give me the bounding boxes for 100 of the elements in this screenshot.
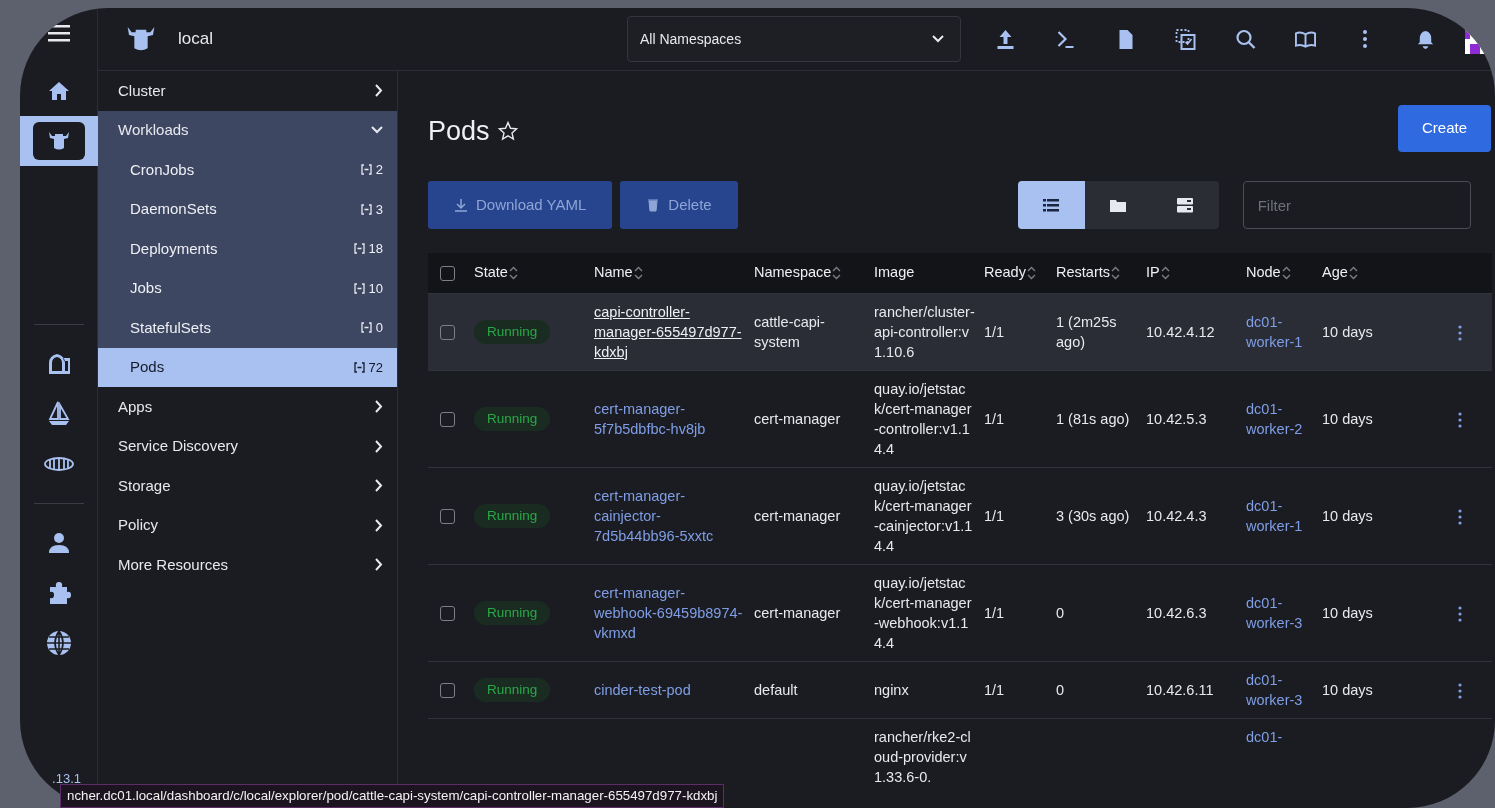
download-icon [454, 198, 468, 212]
chevron-down-icon [932, 35, 944, 43]
table-cell: 10.42.6.11 [1146, 681, 1214, 698]
sort-icon[interactable] [1160, 266, 1170, 281]
search-icon[interactable] [1234, 28, 1256, 50]
status-badge: Running [474, 503, 551, 528]
table-cell: cert-manager [754, 507, 841, 524]
sidebar-item[interactable]: Policy [98, 505, 397, 545]
column-header[interactable]: Name [594, 263, 643, 280]
sidebar-subitem[interactable]: CronJobs 2 [98, 150, 397, 190]
sailboat-icon[interactable] [46, 401, 71, 427]
table-cell: 10.42.6.3 [1146, 604, 1207, 621]
namespace-select[interactable]: All Namespaces [627, 16, 961, 62]
sidebar-subitem[interactable]: Deployments 18 [98, 229, 397, 269]
trash-icon [646, 198, 661, 212]
cluster-icon[interactable] [32, 122, 85, 160]
table-cell: cert-manager [754, 604, 841, 621]
table-cell: 1/1 [984, 507, 1005, 524]
sidebar-subitem[interactable]: Pods 72 [98, 347, 397, 387]
node-link[interactable]: dc01-worker-3 [1246, 669, 1314, 710]
more-icon[interactable] [1362, 28, 1368, 50]
sidebar-item[interactable]: Apps [98, 387, 397, 427]
table-cell: 0 [1056, 604, 1065, 621]
namespaced-icon [353, 282, 365, 294]
sort-icon[interactable] [1281, 266, 1291, 281]
filter-field[interactable]: Filter [1242, 181, 1471, 229]
resource-count: 72 [368, 358, 383, 377]
view-toggle[interactable] [1017, 181, 1085, 229]
more-icon[interactable] [1458, 605, 1462, 622]
column-header: Image [874, 263, 915, 280]
sort-icon[interactable] [1348, 266, 1358, 281]
table-cell: 1/1 [984, 410, 1005, 427]
pod-link[interactable]: cinder-test-pod [594, 679, 746, 700]
table-cell: 0 [1056, 681, 1065, 698]
copy-icon[interactable] [1174, 28, 1196, 50]
row-checkbox[interactable] [440, 412, 455, 428]
namespaced-icon [353, 361, 365, 373]
row-checkbox[interactable] [440, 509, 455, 525]
table-cell: 1 (2m25s ago) [1056, 313, 1117, 350]
sidebar-item[interactable]: More Resources [98, 545, 397, 585]
row-checkbox[interactable] [440, 325, 455, 341]
row-checkbox[interactable] [440, 606, 455, 622]
table-cell: rancher/cluster-api-controller:v1.10.6 [874, 303, 975, 360]
node-link[interactable]: dc01-worker-3 [1246, 592, 1314, 633]
table-cell: cattle-capi-system [754, 313, 825, 350]
url-tooltip: ncher.dc01.local/dashboard/c/local/explorer/pod/cattle-capi-system/capi-controller-manager-655497d977-kdxbj [60, 784, 725, 808]
table-cell: 10 days [1322, 410, 1373, 427]
status-badge: Running [474, 406, 551, 431]
stacked-rows-icon [1177, 197, 1194, 213]
column-header[interactable]: Age [1322, 263, 1358, 280]
more-icon[interactable] [1458, 324, 1462, 341]
namespaced-icon [360, 164, 372, 176]
table-cell: rancher/rke2-cloud-provider:v1.33.6-0. [874, 728, 971, 785]
create-button[interactable]: Create [1397, 105, 1491, 152]
sort-icon[interactable] [1026, 266, 1036, 281]
more-icon[interactable] [1458, 682, 1462, 699]
menu-icon[interactable] [47, 24, 70, 42]
sort-icon[interactable] [1111, 266, 1120, 281]
folder-icon [1110, 197, 1127, 213]
table-cell: 1/1 [984, 323, 1005, 340]
column-header[interactable]: IP [1146, 263, 1170, 280]
sidebar-item[interactable]: Workloads [98, 110, 397, 150]
home-icon[interactable] [47, 81, 70, 101]
sort-icon[interactable] [508, 266, 518, 281]
globe-icon[interactable] [45, 630, 72, 656]
list-icon [1043, 197, 1060, 213]
sidebar-item[interactable]: Cluster [98, 71, 397, 111]
pod-link[interactable]: cert-manager-cainjector-7d5b44bb96-5xxtc [594, 485, 746, 546]
sort-icon[interactable] [832, 266, 842, 281]
resource-count: 2 [375, 161, 383, 179]
namespaced-icon [360, 203, 372, 215]
sort-icon[interactable] [633, 266, 643, 281]
sidebar-item[interactable]: Storage [98, 466, 397, 506]
pod-link[interactable]: cert-manager-5f7b5dbfbc-hv8jb [594, 398, 746, 439]
table-cell: quay.io/jetstack/cert-manager-cainjector:v1.14.4 [874, 477, 973, 554]
more-icon[interactable] [1458, 508, 1462, 525]
table-cell: nginx [874, 681, 909, 698]
row-checkbox[interactable] [440, 683, 455, 699]
table-cell: 10.42.4.3 [1146, 507, 1207, 524]
node-link[interactable]: dc01- [1246, 726, 1314, 747]
pod-link[interactable]: cert-manager-webhook-69459b8974-vkmxd [594, 582, 746, 643]
status-badge: Running [474, 600, 551, 625]
table-cell: quay.io/jetstack/cert-manager-controller:v1.14.4 [874, 380, 972, 457]
sidebar-subitem[interactable]: Jobs 10 [98, 268, 397, 308]
sidebar-subitem[interactable]: StatefulSets 0 [98, 308, 397, 348]
more-icon[interactable] [1458, 411, 1462, 428]
user-icon[interactable] [47, 532, 70, 554]
star-icon[interactable] [497, 121, 518, 142]
page-title: Pods [428, 115, 490, 148]
table-cell: 10.42.5.3 [1146, 410, 1207, 427]
node-link[interactable]: dc01-worker-2 [1246, 398, 1314, 439]
sidebar-subitem[interactable]: DaemonSets 3 [98, 189, 397, 229]
column-header[interactable]: State [474, 263, 518, 280]
resource-count: 10 [368, 279, 383, 298]
select-all-checkbox[interactable] [440, 265, 455, 281]
node-link[interactable]: dc01-worker-1 [1246, 495, 1314, 536]
sidebar-item[interactable]: Service Discovery [98, 426, 397, 466]
table-cell: 10.42.4.12 [1146, 323, 1215, 340]
fleet-icon[interactable] [43, 457, 74, 471]
table-cell: default [754, 681, 798, 698]
